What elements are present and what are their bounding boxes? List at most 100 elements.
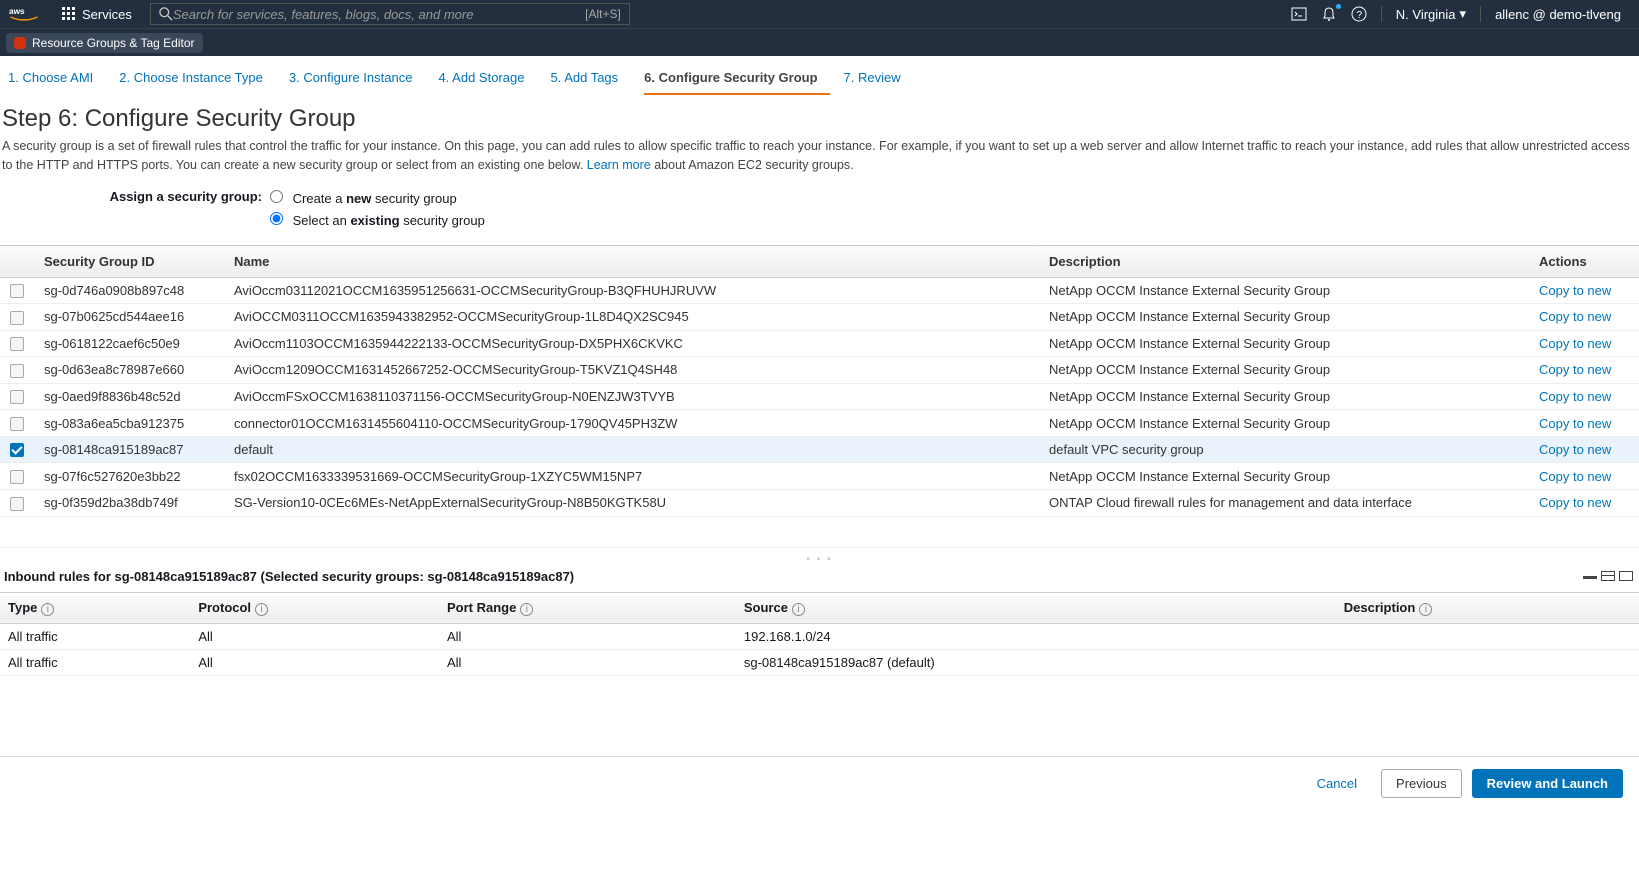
create-new-sg-radio[interactable]: Create a new security group	[270, 187, 485, 209]
copy-to-new-link[interactable]: Copy to new	[1539, 283, 1611, 298]
search-shortcut: [Alt+S]	[585, 7, 621, 21]
sg-id: sg-0d746a0908b897c48	[34, 277, 224, 304]
wizard-steps: 1. Choose AMI 2. Choose Instance Type 3. C…	[0, 56, 1639, 95]
assign-label: Assign a security group:	[0, 187, 270, 204]
col-type[interactable]: Typei	[0, 592, 190, 623]
sg-id: sg-07b0625cd544aee16	[34, 304, 224, 331]
maximize-icon[interactable]	[1619, 571, 1633, 581]
review-launch-button[interactable]: Review and Launch	[1472, 769, 1623, 798]
col-id[interactable]: Security Group ID	[34, 245, 224, 277]
info-icon[interactable]: i	[255, 603, 268, 616]
sg-name: AviOccm03112021OCCM1635951256631-OCCMSec…	[224, 277, 1039, 304]
copy-to-new-link[interactable]: Copy to new	[1539, 336, 1611, 351]
table-row[interactable]: sg-0d63ea8c78987e660AviOccm1209OCCM16314…	[0, 357, 1639, 384]
resource-groups-link[interactable]: Resource Groups & Tag Editor	[6, 33, 203, 53]
col-name[interactable]: Name	[224, 245, 1039, 277]
sg-desc: NetApp OCCM Instance External Security G…	[1039, 277, 1529, 304]
info-icon[interactable]: i	[792, 603, 805, 616]
sg-name: default	[224, 436, 1039, 463]
aws-logo-icon[interactable]: aws	[8, 5, 40, 23]
row-checkbox[interactable]	[10, 364, 24, 378]
col-source[interactable]: Sourcei	[736, 592, 1336, 623]
col-port[interactable]: Port Rangei	[439, 592, 736, 623]
sg-id: sg-0d63ea8c78987e660	[34, 357, 224, 384]
table-row[interactable]: sg-07b0625cd544aee16AviOCCM0311OCCM16359…	[0, 304, 1639, 331]
table-row[interactable]: sg-07f6c527620e3bb22fsx02OCCM16333395316…	[0, 463, 1639, 490]
sg-name: fsx02OCCM1633339531669-OCCMSecurityGroup…	[224, 463, 1039, 490]
sg-id: sg-08148ca915189ac87	[34, 436, 224, 463]
table-row[interactable]: sg-08148ca915189ac87defaultdefault VPC s…	[0, 436, 1639, 463]
top-nav: aws Services [Alt+S] ? N. Virginia ▾ all…	[0, 0, 1639, 28]
cancel-button[interactable]: Cancel	[1303, 769, 1371, 798]
rule-port: All	[439, 649, 736, 675]
copy-to-new-link[interactable]: Copy to new	[1539, 469, 1611, 484]
row-checkbox[interactable]	[10, 417, 24, 431]
pane-splitter[interactable]: ▪ ▪ ▪	[0, 547, 1639, 567]
wizard-step[interactable]: 4. Add Storage	[438, 64, 536, 95]
assign-security-group: Assign a security group: Create a new se…	[0, 179, 1639, 235]
sg-desc: default VPC security group	[1039, 436, 1529, 463]
caret-down-icon: ▾	[1460, 6, 1467, 22]
minimize-icon[interactable]	[1583, 571, 1597, 579]
sg-name: AviOCCM0311OCCM1635943382952-OCCMSecurit…	[224, 304, 1039, 331]
row-checkbox[interactable]	[10, 311, 24, 325]
help-icon[interactable]: ?	[1351, 6, 1367, 22]
restore-icon[interactable]	[1601, 571, 1615, 581]
row-checkbox[interactable]	[10, 390, 24, 404]
sg-id: sg-07f6c527620e3bb22	[34, 463, 224, 490]
copy-to-new-link[interactable]: Copy to new	[1539, 309, 1611, 324]
sg-desc: NetApp OCCM Instance External Security G…	[1039, 410, 1529, 437]
col-actions[interactable]: Actions	[1529, 245, 1639, 277]
account-menu[interactable]: allenc @ demo-tlveng	[1495, 7, 1621, 22]
copy-to-new-link[interactable]: Copy to new	[1539, 362, 1611, 377]
wizard-step[interactable]: 3. Configure Instance	[289, 64, 425, 95]
row-checkbox[interactable]	[10, 443, 24, 457]
table-row[interactable]: sg-0618122caef6c50e9AviOccm1103OCCM16359…	[0, 330, 1639, 357]
wizard-step[interactable]: 2. Choose Instance Type	[119, 64, 275, 95]
col-desc[interactable]: Descriptioni	[1336, 592, 1639, 623]
services-menu[interactable]: Services	[52, 0, 142, 28]
sg-desc: ONTAP Cloud firewall rules for managemen…	[1039, 490, 1529, 517]
row-checkbox[interactable]	[10, 284, 24, 298]
info-icon[interactable]: i	[1419, 603, 1432, 616]
divider	[1480, 6, 1481, 22]
row-checkbox[interactable]	[10, 470, 24, 484]
row-checkbox[interactable]	[10, 497, 24, 511]
table-row[interactable]: sg-0f359d2ba38db749fSG-Version10-0CEc6ME…	[0, 490, 1639, 517]
inbound-rules-header: Inbound rules for sg-08148ca915189ac87 (…	[0, 567, 1639, 592]
copy-to-new-link[interactable]: Copy to new	[1539, 495, 1611, 510]
notifications-icon[interactable]	[1321, 6, 1337, 22]
info-icon[interactable]: i	[41, 603, 54, 616]
sg-name: AviOccm1103OCCM1635944222133-OCCMSecurit…	[224, 330, 1039, 357]
security-group-table: Security Group ID Name Description Actio…	[0, 245, 1639, 517]
wizard-step[interactable]: 6. Configure Security Group	[644, 64, 829, 95]
row-checkbox[interactable]	[10, 337, 24, 351]
select-existing-sg-radio[interactable]: Select an existing security group	[270, 209, 485, 231]
wizard-step[interactable]: 5. Add Tags	[550, 64, 630, 95]
copy-to-new-link[interactable]: Copy to new	[1539, 442, 1611, 457]
col-description[interactable]: Description	[1039, 245, 1529, 277]
learn-more-link[interactable]: Learn more	[587, 158, 651, 172]
info-icon[interactable]: i	[520, 603, 533, 616]
sg-desc: NetApp OCCM Instance External Security G…	[1039, 463, 1529, 490]
grid-icon	[62, 7, 76, 21]
table-row[interactable]: sg-0d746a0908b897c48AviOccm03112021OCCM1…	[0, 277, 1639, 304]
cloudshell-icon[interactable]	[1291, 6, 1307, 22]
sg-name: connector01OCCM1631455604110-OCCMSecurit…	[224, 410, 1039, 437]
page-title: Step 6: Configure Security Group	[0, 95, 1639, 137]
wizard-step[interactable]: 7. Review	[844, 64, 913, 95]
global-search[interactable]: [Alt+S]	[150, 3, 630, 25]
copy-to-new-link[interactable]: Copy to new	[1539, 416, 1611, 431]
sg-desc: NetApp OCCM Instance External Security G…	[1039, 357, 1529, 384]
table-row[interactable]: sg-083a6ea5cba912375connector01OCCM16314…	[0, 410, 1639, 437]
col-protocol[interactable]: Protocoli	[190, 592, 439, 623]
search-input[interactable]	[173, 7, 553, 22]
sg-desc: NetApp OCCM Instance External Security G…	[1039, 330, 1529, 357]
wizard-step[interactable]: 1. Choose AMI	[8, 64, 105, 95]
rule-row: All trafficAllAll192.168.1.0/24	[0, 623, 1639, 649]
table-row[interactable]: sg-0aed9f8836b48c52dAviOccmFSxOCCM163811…	[0, 383, 1639, 410]
region-selector[interactable]: N. Virginia ▾	[1396, 6, 1466, 22]
svg-text:aws: aws	[9, 7, 25, 16]
previous-button[interactable]: Previous	[1381, 769, 1462, 798]
copy-to-new-link[interactable]: Copy to new	[1539, 389, 1611, 404]
